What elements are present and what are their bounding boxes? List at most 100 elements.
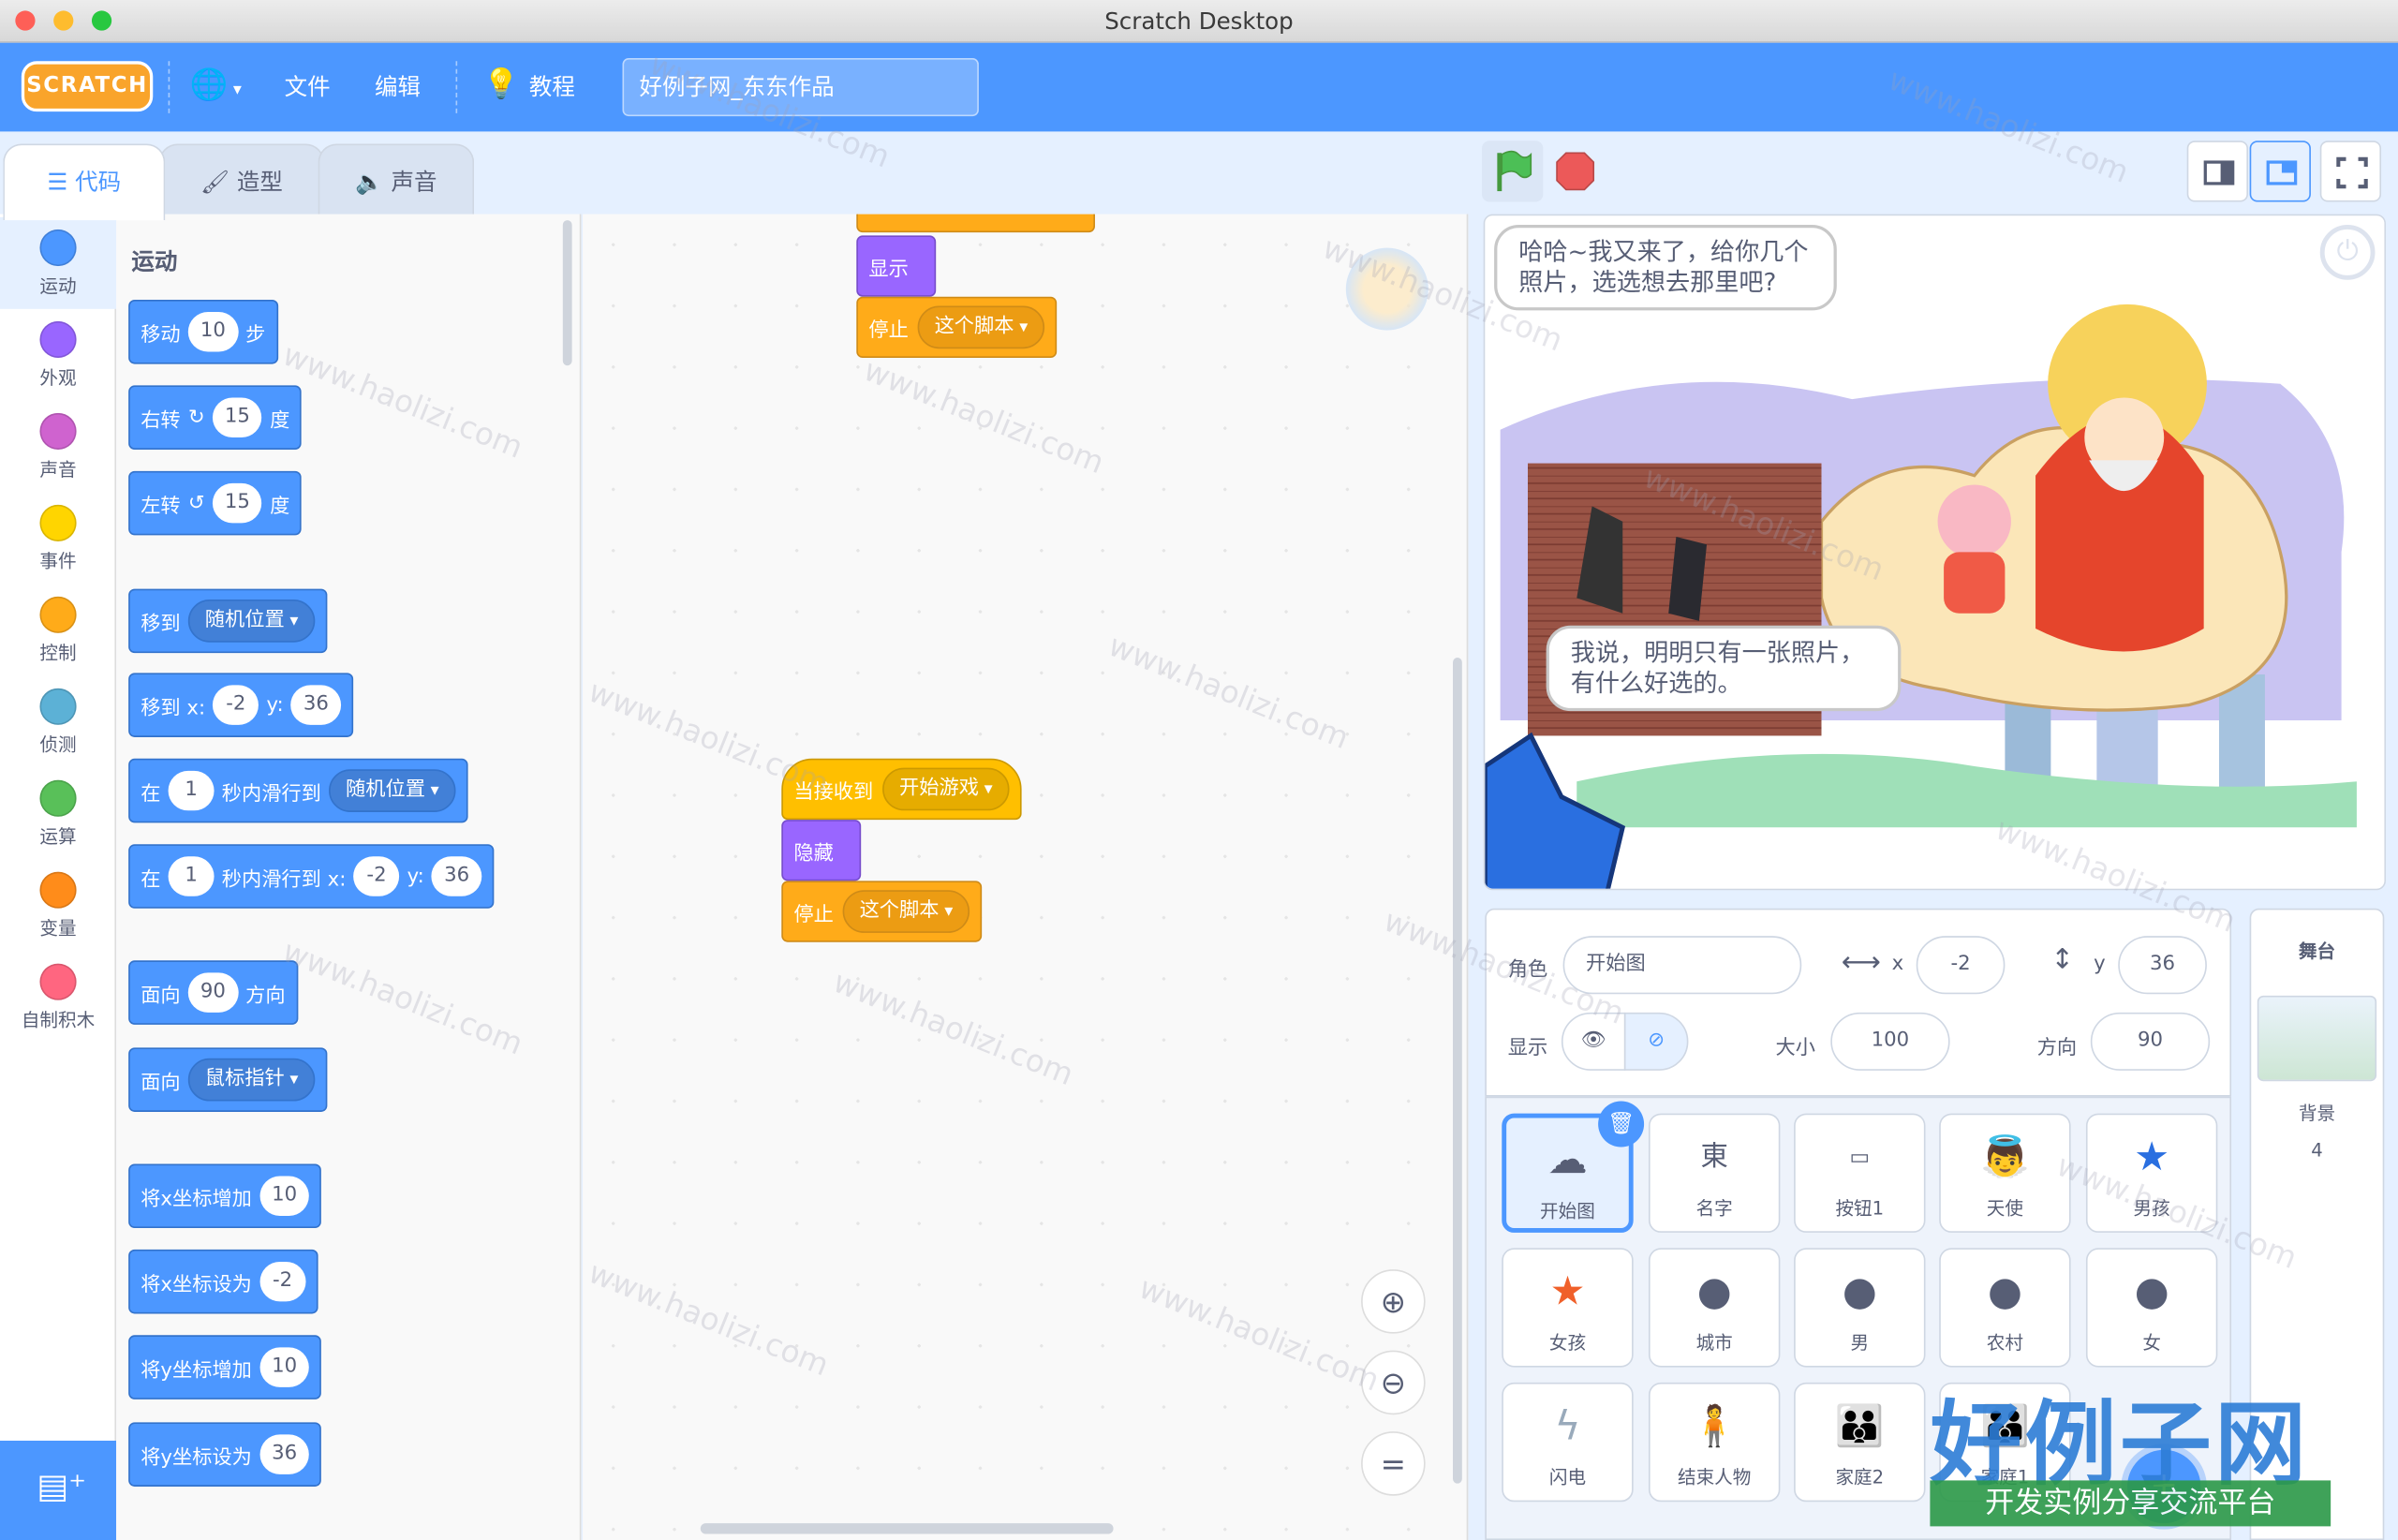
sensing-dot-icon xyxy=(39,688,77,725)
sprite-tile[interactable]: 👼 天使 xyxy=(1939,1113,2071,1233)
hide-sprite-button[interactable]: ⊘ xyxy=(1623,1012,1689,1071)
sprite-tile[interactable]: ● 城市 xyxy=(1648,1248,1781,1368)
stop-button[interactable] xyxy=(1545,141,1606,201)
variables-dot-icon xyxy=(39,871,77,909)
block-hide[interactable]: 隐藏 xyxy=(781,820,862,881)
fullscreen-button[interactable] xyxy=(2319,141,2382,202)
small-stage-button[interactable] xyxy=(2186,141,2248,202)
sprite-tile[interactable]: 🧍 结束人物 xyxy=(1648,1382,1781,1503)
x-label: x xyxy=(1891,953,1904,976)
scratch-logo[interactable]: SCRATCH xyxy=(21,61,154,112)
block-stop[interactable]: 停止 这个脚本 xyxy=(781,881,983,942)
zoom-reset-button[interactable]: = xyxy=(1361,1431,1426,1496)
tab-code[interactable]: ☰ 代码 xyxy=(3,143,166,221)
towards-dropdown[interactable]: 鼠标指针 xyxy=(187,1058,316,1102)
message-dropdown[interactable]: 开始游戏 xyxy=(882,767,1010,811)
sprite-name-input[interactable]: 开始图 xyxy=(1562,936,1802,995)
steps-input[interactable]: 10 xyxy=(187,312,238,352)
sprite-tile[interactable]: ★ 男孩 xyxy=(2085,1113,2218,1233)
sprite-tile[interactable]: ● 男 xyxy=(1794,1248,1926,1368)
delete-sprite-button[interactable]: 🗑 xyxy=(1598,1101,1645,1148)
backdrop-thumbnail[interactable] xyxy=(2257,995,2377,1082)
block-point-direction[interactable]: 面向 90 方向 xyxy=(128,960,298,1025)
block-turn-right[interactable]: 右转 ↻ 15 度 xyxy=(128,385,303,450)
sprite-tile[interactable]: ϟ 闪电 xyxy=(1502,1382,1634,1503)
y-input[interactable]: 36 xyxy=(290,685,341,725)
seconds-input[interactable]: 1 xyxy=(168,770,215,811)
x-input[interactable]: -2 xyxy=(1916,936,2006,995)
stage-canvas[interactable]: 哈哈~我又来了，给你几个照片，选选想去那里吧? 我说，明明只有一张照片，有什么好… xyxy=(1483,214,2386,891)
sprite-tile[interactable]: ● 女 xyxy=(2085,1248,2218,1368)
x-input[interactable]: -2 xyxy=(213,685,259,725)
tab-costumes[interactable]: 🖌 造型 xyxy=(158,143,325,217)
direction-label: 方向 xyxy=(2036,1036,2078,1060)
script-vertical-scrollbar[interactable] xyxy=(1453,658,1462,1484)
category-my-blocks[interactable]: 自制积木 xyxy=(0,952,116,1044)
zoom-in-icon: ⊕ xyxy=(1380,1282,1407,1320)
sprite-tile[interactable]: ● 农村 xyxy=(1939,1248,2071,1368)
y-input[interactable]: 36 xyxy=(2118,936,2207,995)
menu-file[interactable]: 文件 xyxy=(285,70,331,102)
show-sprite-button[interactable]: 👁 xyxy=(1561,1012,1626,1071)
ink-blob-icon: ● xyxy=(1842,1269,1877,1316)
y-input[interactable]: 36 xyxy=(432,856,482,896)
block-glide-xy[interactable]: 在 1 秒内滑行到 x: -2 y: 36 xyxy=(128,844,495,909)
x-set-input[interactable]: -2 xyxy=(259,1261,306,1302)
category-sensing[interactable]: 侦测 xyxy=(0,676,116,768)
palette-scrollbar[interactable] xyxy=(562,220,572,366)
sprite-tile[interactable]: ▭ 按钮1 xyxy=(1794,1113,1926,1233)
degrees-input[interactable]: 15 xyxy=(212,482,262,524)
block-point-towards[interactable]: 面向 鼠标指针 xyxy=(128,1047,328,1112)
category-operators[interactable]: 运算 xyxy=(0,768,116,860)
palette-section-title: 运动 xyxy=(131,247,178,275)
add-extension-button[interactable]: ▤⁺ xyxy=(0,1440,117,1540)
menu-tutorials[interactable]: 教程 xyxy=(529,70,575,102)
x-change-input[interactable]: 10 xyxy=(259,1176,310,1216)
category-looks[interactable]: 外观 xyxy=(0,309,116,401)
sprite-tile[interactable]: 東名字 xyxy=(1648,1113,1781,1233)
size-input[interactable]: 100 xyxy=(1830,1012,1950,1071)
category-variables[interactable]: 变量 xyxy=(0,860,116,952)
category-sound[interactable]: 声音 xyxy=(0,401,116,493)
globe-icon[interactable]: 🌐 ▾ xyxy=(189,66,241,102)
category-events[interactable]: 事件 xyxy=(0,493,116,585)
project-title-input[interactable]: 好例子网_东东作品 xyxy=(622,58,979,117)
sprite-tile[interactable]: 👪 家庭2 xyxy=(1794,1382,1926,1503)
block-set-x[interactable]: 将x坐标设为 -2 xyxy=(128,1249,318,1314)
script-area[interactable]: 显示 停止这个脚本 当接收到开始游戏 隐藏 停止这个脚本 ⊕ ⊖ = xyxy=(583,214,1469,1540)
direction-input[interactable]: 90 xyxy=(187,972,238,1013)
large-stage-button[interactable] xyxy=(2249,141,2311,202)
block-change-y[interactable]: 将y坐标增加 10 xyxy=(128,1335,322,1399)
zoom-out-button[interactable]: ⊖ xyxy=(1361,1350,1426,1415)
x-input[interactable]: -2 xyxy=(353,856,400,896)
direction-input[interactable]: 90 xyxy=(2090,1012,2211,1071)
script-block-partial[interactable] xyxy=(856,214,1095,233)
block-goto[interactable]: 移到 随机位置 xyxy=(128,588,328,654)
goto-target-dropdown[interactable]: 随机位置 xyxy=(187,600,316,643)
window-title: Scratch Desktop xyxy=(1104,7,1294,36)
block-glide[interactable]: 在 1 秒内滑行到 随机位置 xyxy=(128,758,468,823)
zoom-in-button[interactable]: ⊕ xyxy=(1361,1269,1426,1334)
seconds-input[interactable]: 1 xyxy=(168,856,215,896)
block-move-steps[interactable]: 移动 10 步 xyxy=(128,300,278,364)
sprite-tile[interactable]: ★ 女孩 xyxy=(1502,1248,1634,1368)
green-flag-button[interactable] xyxy=(1482,141,1544,202)
script-horizontal-scrollbar[interactable] xyxy=(700,1523,1114,1534)
stop-option-dropdown[interactable]: 这个脚本 xyxy=(917,305,1045,349)
stop-option-dropdown[interactable]: 这个脚本 xyxy=(842,890,970,933)
category-motion[interactable]: 运动 xyxy=(0,216,117,309)
block-turn-left[interactable]: 左转 ↺ 15 度 xyxy=(128,470,303,536)
block-set-y[interactable]: 将y坐标设为 36 xyxy=(128,1422,322,1487)
block-goto-xy[interactable]: 移到 x: -2 y: 36 xyxy=(128,673,353,737)
y-change-input[interactable]: 10 xyxy=(259,1347,310,1387)
glide-target-dropdown[interactable]: 随机位置 xyxy=(329,769,456,812)
y-set-input[interactable]: 36 xyxy=(259,1434,310,1474)
block-when-receive[interactable]: 当接收到 开始游戏 xyxy=(781,758,1022,821)
degrees-input[interactable]: 15 xyxy=(212,397,262,437)
block-change-x[interactable]: 将x坐标增加 10 xyxy=(128,1163,322,1229)
category-control[interactable]: 控制 xyxy=(0,585,116,676)
menu-edit[interactable]: 编辑 xyxy=(375,70,421,102)
block-show[interactable]: 显示 xyxy=(856,235,937,297)
block-stop[interactable]: 停止 这个脚本 xyxy=(856,296,1058,359)
tab-sounds[interactable]: 🔈 声音 xyxy=(318,143,475,217)
